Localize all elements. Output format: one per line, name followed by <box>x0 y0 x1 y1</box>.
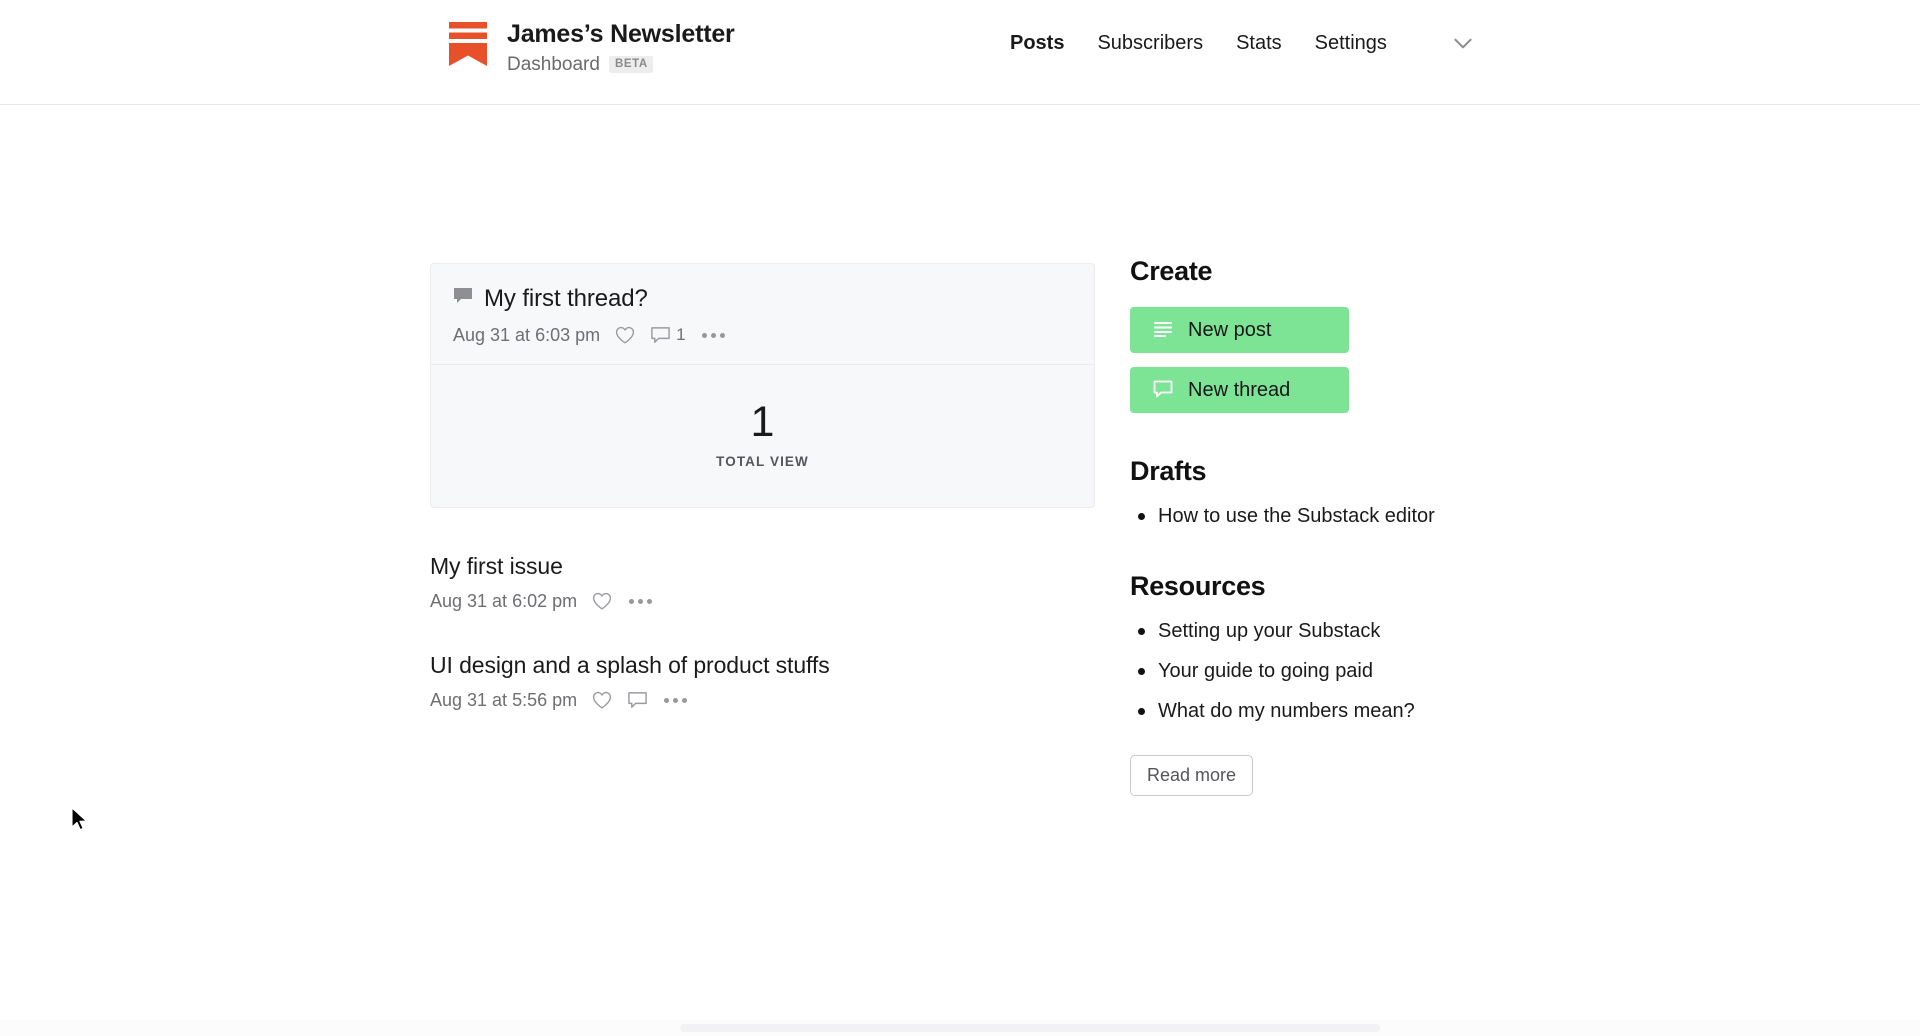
text-lines-icon <box>1152 318 1174 343</box>
mouse-cursor <box>70 807 90 833</box>
publication-title: James’s Newsletter <box>507 20 735 48</box>
resource-list-item[interactable]: Your guide to going paid <box>1130 659 1550 683</box>
post-date: Aug 31 at 5:56 pm <box>430 690 578 710</box>
thread-meta-row: Aug 31 at 6:03 pm 1 <box>453 324 1072 346</box>
draft-list-item[interactable]: How to use the Substack editor <box>1130 504 1550 528</box>
new-thread-label: New thread <box>1188 379 1291 401</box>
comment-button[interactable] <box>627 690 648 711</box>
comment-count: 1 <box>676 325 686 344</box>
drafts-section: Drafts How to use the Substack editor <box>1130 455 1550 528</box>
total-views-label: TOTAL VIEW <box>716 454 809 469</box>
like-button[interactable] <box>614 324 636 346</box>
nav-item-posts[interactable]: Posts <box>1010 31 1064 55</box>
thread-date: Aug 31 at 6:03 pm <box>453 325 601 345</box>
thread-bubble-icon <box>453 286 473 311</box>
speech-bubble-icon <box>1152 378 1174 403</box>
like-button[interactable] <box>591 689 613 711</box>
thread-more-options-icon[interactable] <box>700 329 727 342</box>
read-more-button[interactable]: Read more <box>1130 755 1254 796</box>
page-body: My first thread? Aug 31 at 6:03 pm 1 1 T… <box>0 105 1920 1036</box>
post-more-options-icon[interactable] <box>662 694 689 707</box>
thread-stats: 1 TOTAL VIEW <box>431 365 1094 507</box>
resource-list-item[interactable]: Setting up your Substack <box>1130 619 1550 643</box>
resource-list-item[interactable]: What do my numbers mean? <box>1130 699 1550 723</box>
post-meta-row: Aug 31 at 5:56 pm <box>430 689 1095 711</box>
site-header: James’s Newsletter Dashboard BETA Posts … <box>0 0 1920 105</box>
nav-item-subscribers[interactable]: Subscribers <box>1097 31 1203 55</box>
thread-card-header: My first thread? Aug 31 at 6:03 pm 1 <box>431 264 1094 365</box>
horizontal-scrollbar[interactable] <box>0 1020 1920 1036</box>
main-column: My first thread? Aug 31 at 6:03 pm 1 1 T… <box>430 263 1095 750</box>
comment-button[interactable]: 1 <box>650 325 686 346</box>
drafts-list: How to use the Substack editor <box>1130 504 1550 528</box>
post-more-options-icon[interactable] <box>627 595 654 608</box>
post-title[interactable]: My first issue <box>430 552 1095 580</box>
post-list-item: My first issue Aug 31 at 6:02 pm <box>430 552 1095 612</box>
brand[interactable]: James’s Newsletter Dashboard BETA <box>448 17 735 76</box>
nav-item-settings[interactable]: Settings <box>1315 31 1387 55</box>
new-thread-button[interactable]: New thread <box>1130 367 1349 413</box>
post-title[interactable]: UI design and a splash of product stuffs <box>430 651 1095 679</box>
like-button[interactable] <box>591 590 613 612</box>
thread-card: My first thread? Aug 31 at 6:03 pm 1 1 T… <box>430 263 1095 508</box>
resources-section: Resources Setting up your Substack Your … <box>1130 570 1550 796</box>
post-list: My first issue Aug 31 at 6:02 pm UI desi… <box>430 552 1095 711</box>
primary-nav: Posts Subscribers Stats Settings <box>1010 28 1478 58</box>
chevron-down-icon[interactable] <box>1448 28 1478 58</box>
scrollbar-thumb[interactable] <box>680 1024 1380 1032</box>
post-meta-row: Aug 31 at 6:02 pm <box>430 590 1095 612</box>
post-date: Aug 31 at 6:02 pm <box>430 591 578 611</box>
new-post-button[interactable]: New post <box>1130 307 1349 353</box>
new-post-label: New post <box>1188 319 1272 341</box>
dashboard-label: Dashboard <box>507 54 600 75</box>
sidebar: Create New post New thread Drafts How to… <box>1130 255 1550 796</box>
drafts-heading: Drafts <box>1130 456 1207 486</box>
nav-item-stats[interactable]: Stats <box>1236 31 1282 55</box>
substack-logo-icon <box>448 21 488 67</box>
resources-heading: Resources <box>1130 571 1266 601</box>
post-list-item: UI design and a splash of product stuffs… <box>430 651 1095 711</box>
create-heading: Create <box>1130 256 1213 286</box>
beta-badge: BETA <box>608 56 653 73</box>
total-views-value: 1 <box>750 398 775 446</box>
create-buttons: New post New thread <box>1130 307 1550 413</box>
thread-title[interactable]: My first thread? <box>484 284 648 313</box>
resources-list: Setting up your Substack Your guide to g… <box>1130 619 1550 723</box>
